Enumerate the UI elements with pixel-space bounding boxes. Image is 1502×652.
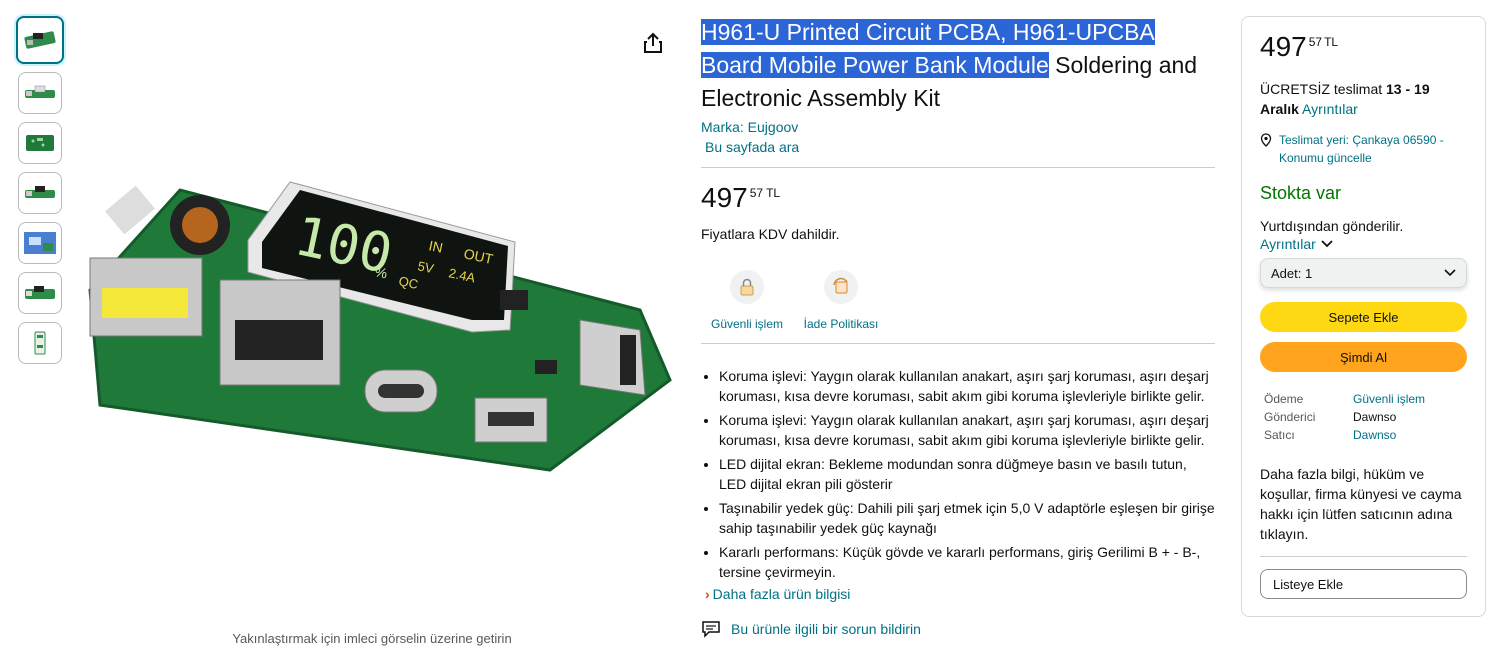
seller-info: Ödeme Güvenli işlem Gönderici Dawnso Sat… — [1260, 392, 1467, 442]
report-issue-label[interactable]: Bu ürünle ilgili bir sorun bildirin — [731, 621, 921, 637]
list-item: Koruma işlevi: Yaygın olarak kullanılan … — [719, 410, 1215, 450]
pcb-thumb-icon — [25, 286, 55, 299]
delivery-location[interactable]: Teslimat yeri: Çankaya 06590 - Konumu gü… — [1260, 131, 1467, 167]
shipping-details-label[interactable]: Ayrıntılar — [1260, 236, 1316, 252]
list-item: Kararlı performans: Küçük gövde ve karar… — [719, 542, 1215, 582]
thumbnail-4[interactable] — [18, 172, 62, 214]
chevron-down-icon — [1321, 240, 1333, 248]
thumbnail-strip — [16, 16, 66, 372]
badge-return-label[interactable]: İade Politikası — [804, 317, 879, 331]
info-key: Ödeme — [1264, 392, 1304, 406]
thumbnail-1[interactable] — [16, 16, 64, 64]
price-whole: 497 — [701, 182, 748, 213]
thumbnail-2[interactable] — [18, 72, 62, 114]
add-to-cart-button[interactable]: Sepete Ekle — [1260, 302, 1467, 332]
buybox-price-currency: TL — [1324, 35, 1339, 49]
main-product-image[interactable]: 100 IN OUT 5V 2.4A QC % — [80, 170, 680, 480]
info-key: Satıcı — [1264, 428, 1295, 442]
info-value[interactable]: Dawnso — [1353, 428, 1396, 442]
buybox-price-fraction: 57 — [1308, 35, 1323, 49]
vat-note: Fiyatlara KDV dahildir. — [701, 226, 840, 242]
pcb-thumb-icon — [25, 186, 55, 198]
ships-from: Yurtdışından gönderilir. — [1260, 218, 1404, 234]
price-fraction: 57 — [749, 186, 764, 200]
divider — [1260, 556, 1467, 557]
delivery-location-label[interactable]: Teslimat yeri: Çankaya 06590 - Konumu gü… — [1279, 131, 1467, 167]
info-value[interactable]: Güvenli işlem — [1353, 392, 1425, 406]
search-page-link[interactable]: Bu sayfada ara — [705, 137, 1215, 157]
product-details: H961-U Printed Circuit PCBA, H961-UPCBA … — [701, 16, 1215, 638]
seller-more-info[interactable]: Daha fazla bilgi, hüküm ve koşullar, fir… — [1260, 464, 1467, 544]
seller-info-row: Satıcı Dawnso — [1260, 428, 1467, 442]
diagram-thumb-icon — [24, 232, 56, 254]
delivery-info: ÜCRETSİZ teslimat 13 - 19 Aralık Ayrıntı… — [1260, 79, 1467, 119]
quantity-select[interactable]: Adet: 1 — [1260, 258, 1467, 288]
comment-icon — [702, 621, 720, 638]
pcb-board-image: 100 IN OUT 5V 2.4A QC % — [88, 181, 672, 472]
more-info-label[interactable]: Daha fazla ürün bilgisi — [713, 586, 851, 602]
buy-box: 497 57 TL ÜCRETSİZ teslimat 13 - 19 Aral… — [1241, 16, 1486, 617]
info-value: Dawnso — [1353, 410, 1397, 424]
trust-badges: Güvenli işlem İade Politikası — [707, 270, 1215, 331]
badge-secure[interactable]: Güvenli işlem — [707, 270, 787, 331]
price-currency: TL — [766, 186, 781, 200]
return-icon — [824, 270, 858, 304]
zoom-hint: Yakınlaştırmak için imleci görselin üzer… — [232, 631, 512, 646]
thumbnail-7[interactable] — [18, 322, 62, 364]
location-pin-icon — [1260, 133, 1272, 147]
report-issue-link[interactable]: Bu ürünle ilgili bir sorun bildirin — [701, 620, 1215, 638]
thumbnail-3[interactable] — [18, 122, 62, 164]
thumbnail-5[interactable] — [18, 222, 62, 264]
chevron-down-icon — [1444, 269, 1456, 277]
chevron-right-icon: › — [705, 586, 710, 602]
seller-info-row: Gönderici Dawnso — [1260, 410, 1467, 424]
buybox-price-whole: 497 — [1260, 31, 1307, 62]
divider — [701, 343, 1215, 344]
pcb-thumb-icon — [26, 135, 54, 151]
divider — [701, 167, 1215, 168]
product-title: H961-U Printed Circuit PCBA, H961-UPCBA … — [701, 16, 1215, 115]
list-item: LED dijital ekran: Bekleme modundan sonr… — [719, 454, 1215, 494]
feature-bullets: Koruma işlevi: Yaygın olarak kullanılan … — [701, 366, 1215, 582]
pcb-thumb-icon — [25, 85, 55, 98]
stock-status: Stokta var — [1260, 183, 1342, 203]
lock-icon — [730, 270, 764, 304]
delivery-details-link[interactable]: Ayrıntılar — [1299, 101, 1358, 117]
list-item: Taşınabilir yedek güç: Dahili pili şarj … — [719, 498, 1215, 538]
info-key: Gönderici — [1264, 410, 1316, 424]
add-to-list-button[interactable]: Listeye Ekle — [1260, 569, 1467, 599]
badge-return[interactable]: İade Politikası — [801, 270, 881, 331]
quantity-label: Adet: 1 — [1271, 265, 1313, 281]
shipping-details-link[interactable]: Ayrıntılar — [1260, 236, 1467, 252]
pcb-thumb-icon — [24, 31, 56, 49]
list-item: Koruma işlevi: Yaygın olarak kullanılan … — [719, 366, 1215, 406]
badge-secure-label[interactable]: Güvenli işlem — [711, 317, 783, 331]
seller-info-row: Ödeme Güvenli işlem — [1260, 392, 1467, 406]
buybox-price: 497 57 TL — [1260, 33, 1467, 61]
brand-link[interactable]: Marka: Eujgoov — [701, 117, 1215, 137]
share-icon[interactable] — [640, 30, 666, 56]
pcb-thumb-icon — [34, 331, 46, 355]
price: 497 57 TL — [701, 184, 1215, 212]
buy-now-button[interactable]: Şimdi Al — [1260, 342, 1467, 372]
thumbnail-6[interactable] — [18, 272, 62, 314]
more-info-link[interactable]: › Daha fazla ürün bilgisi — [705, 586, 1215, 602]
delivery-prefix: ÜCRETSİZ teslimat — [1260, 81, 1387, 97]
